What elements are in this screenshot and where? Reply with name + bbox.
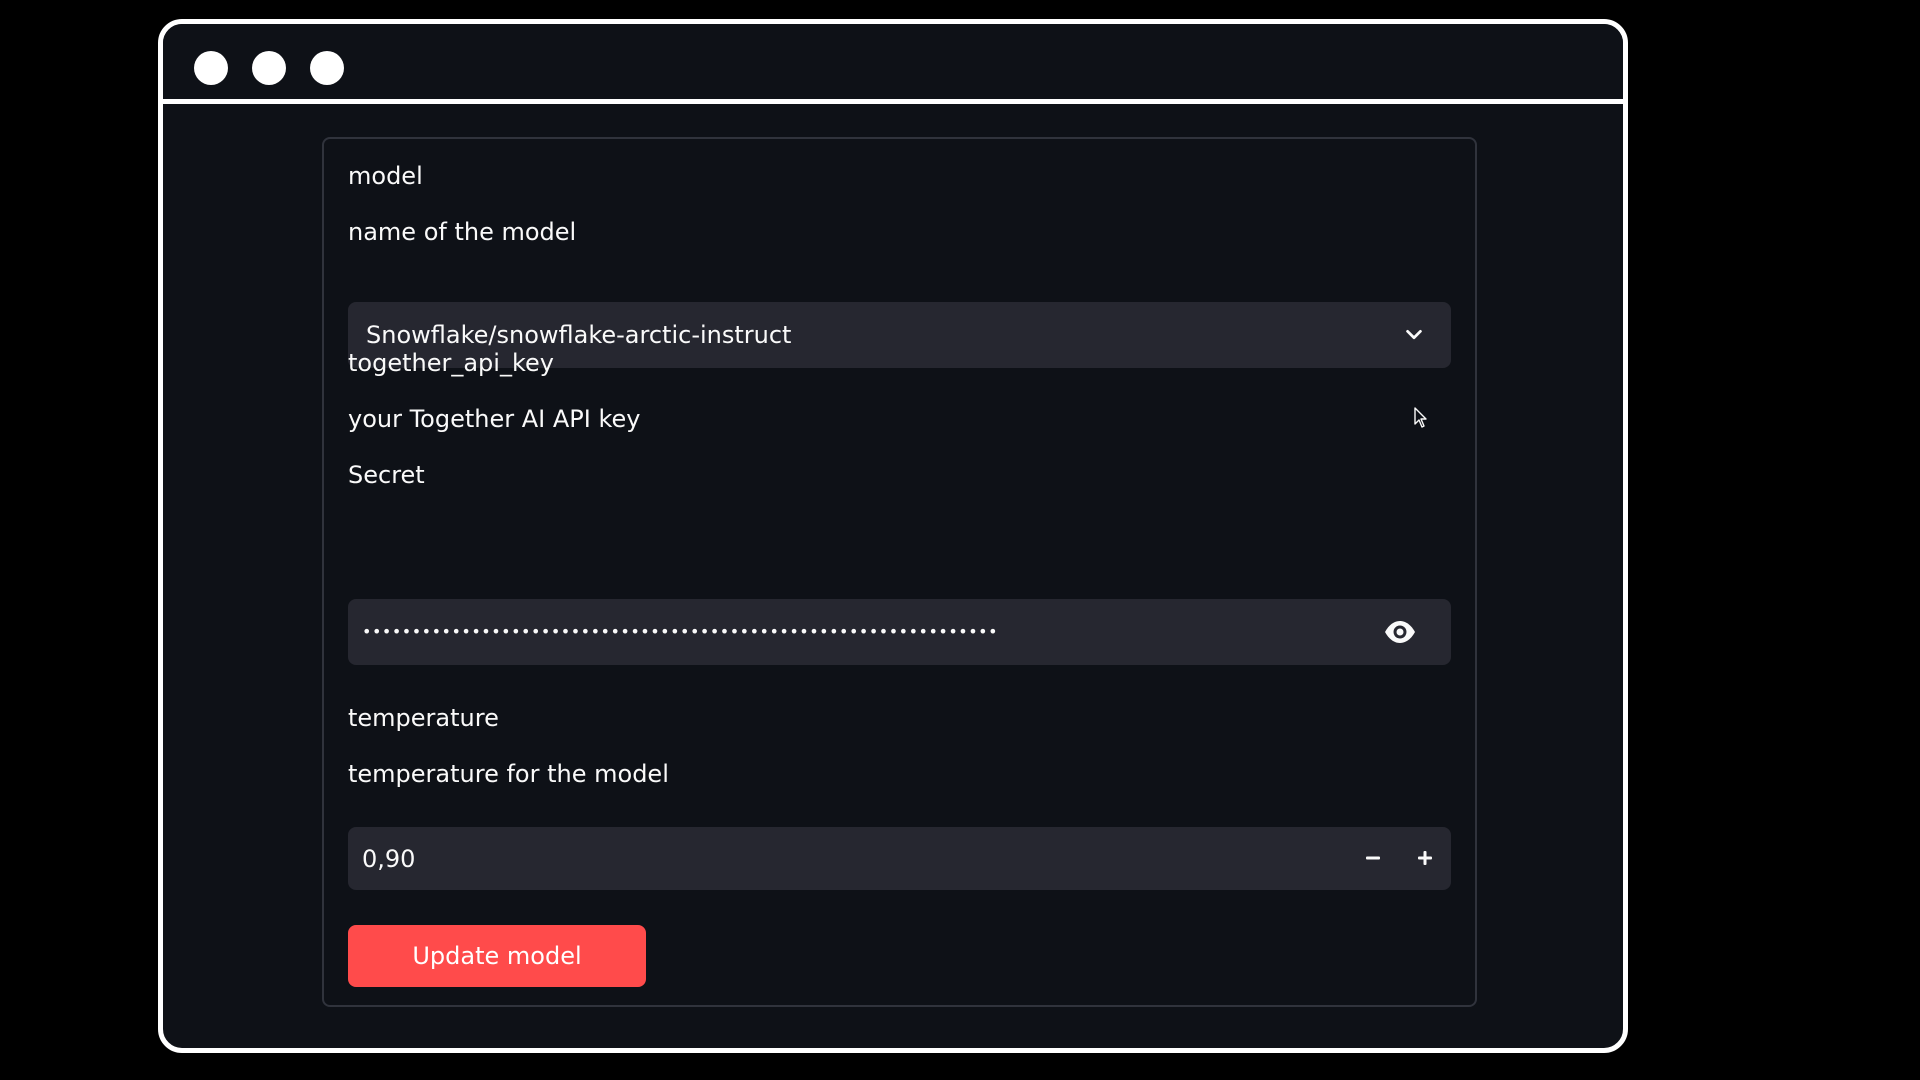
eye-icon[interactable] [1383,619,1417,645]
window-close-dot[interactable] [194,51,228,85]
temperature-label: temperature [348,704,499,732]
window-titlebar [163,24,1623,104]
window-minimize-dot[interactable] [252,51,286,85]
api-key-label: together_api_key [348,349,554,377]
temperature-decrement-button[interactable] [1347,827,1399,890]
temperature-stepper[interactable] [348,827,1451,890]
mouse-cursor-icon [1414,407,1427,428]
temperature-input[interactable] [362,844,1262,874]
model-help-text: name of the model [348,218,577,246]
api-key-input[interactable] [362,617,1362,647]
model-label: model [348,162,423,190]
model-select-value: Snowflake/snowflake-arctic-instruct [366,321,792,349]
secret-label: Secret [348,461,425,489]
chevron-down-icon[interactable] [1403,324,1425,346]
app-window: model name of the model Snowflake/snowfl… [158,19,1628,1053]
api-key-field[interactable] [348,599,1451,665]
temperature-increment-button[interactable] [1399,827,1451,890]
model-settings-form: model name of the model Snowflake/snowfl… [322,137,1477,1007]
window-maximize-dot[interactable] [310,51,344,85]
temperature-help-text: temperature for the model [348,760,669,788]
minus-icon [1366,856,1380,860]
plus-icon [1418,851,1432,865]
update-model-button[interactable]: Update model [348,925,646,987]
api-key-help-text: your Together AI API key [348,405,641,433]
